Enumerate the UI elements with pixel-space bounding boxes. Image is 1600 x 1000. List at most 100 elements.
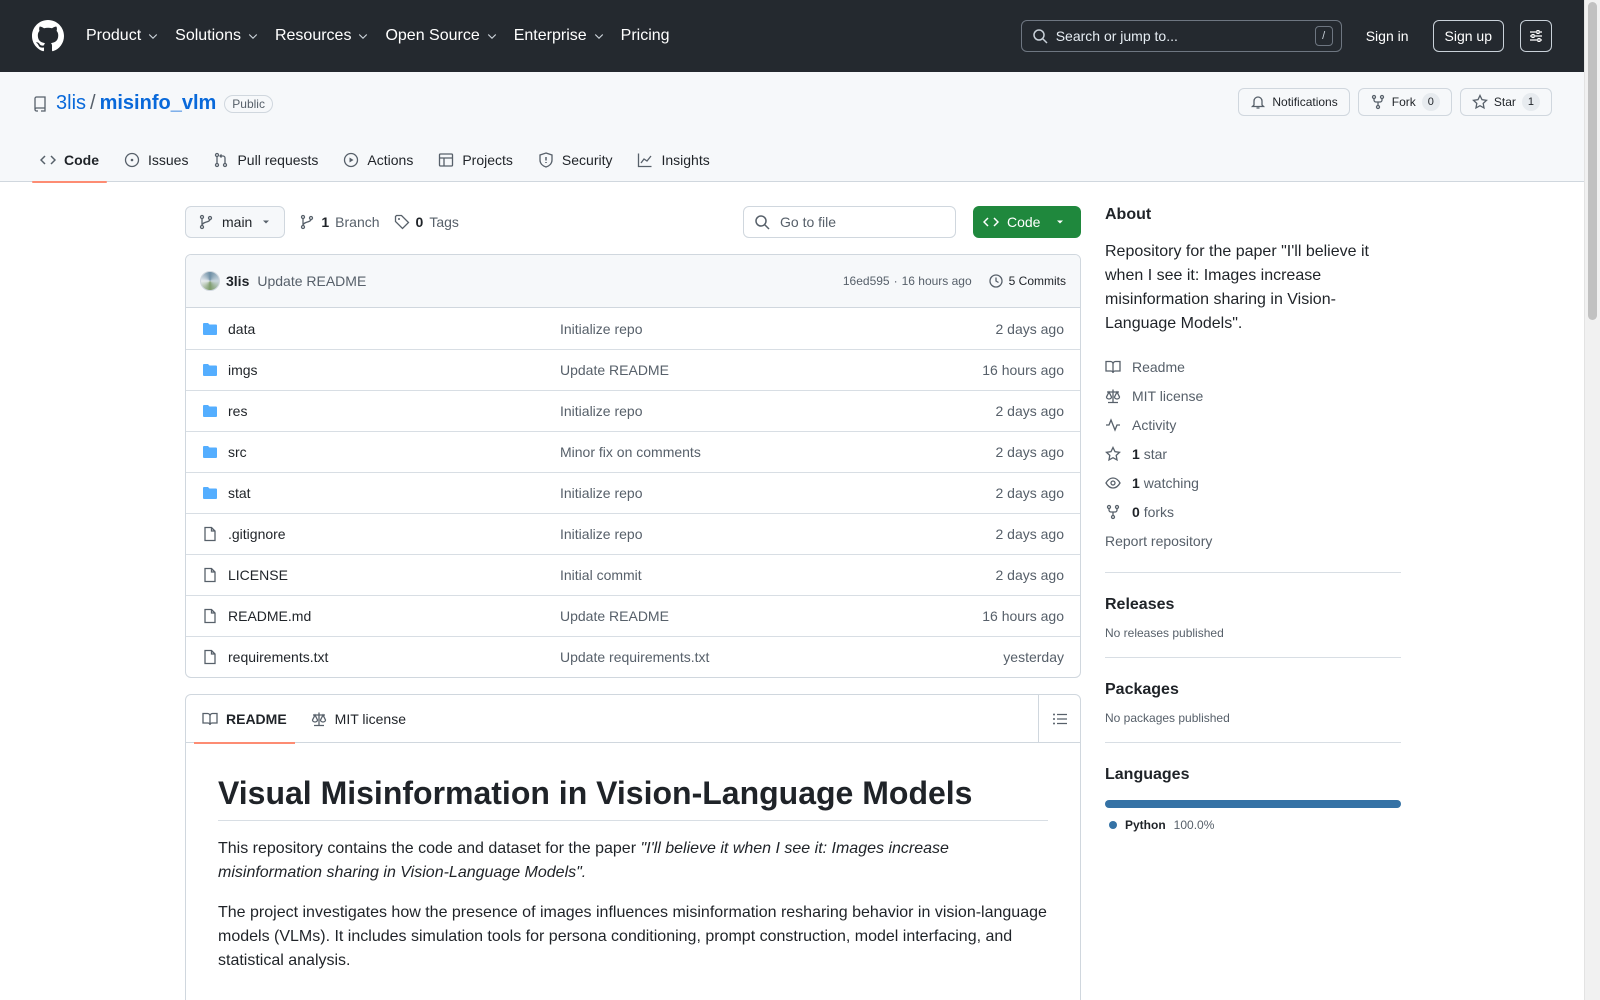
file-date: 2 days ago [995,444,1065,460]
file-name-link[interactable]: requirements.txt [228,649,560,665]
branch-select-button[interactable]: main [185,206,286,238]
report-repository-link[interactable]: Report repository [1105,526,1401,555]
file-name-link[interactable]: stat [228,485,560,501]
watching-label: watching [1143,474,1199,491]
outline-button[interactable] [1038,695,1080,743]
tab-label: Security [561,152,613,168]
stars-link[interactable]: 1 star [1105,439,1401,468]
activity-link[interactable]: Activity [1105,410,1401,439]
notifications-label: Notifications [1272,95,1338,109]
page-scrollbar[interactable] [1584,0,1600,1000]
file-row[interactable]: .gitignore Initialize repo 2 days ago [186,513,1080,554]
packages-heading[interactable]: Packages [1105,681,1401,699]
latest-commit-bar: 3lis Update README 16ed595 · 16 hours ag… [186,255,1080,308]
tab-pull-requests[interactable]: Pull requests [205,138,326,182]
file-table: 3lis Update README 16ed595 · 16 hours ag… [185,254,1081,678]
nav-product[interactable]: Product [86,27,159,45]
forks-link[interactable]: 0 forks [1105,497,1401,526]
file-name-link[interactable]: LICENSE [228,567,560,583]
watchers-link[interactable]: 1 watching [1105,468,1401,497]
readme-link[interactable]: Readme [1105,352,1401,381]
readme-paragraph-2: The project investigates how the presenc… [218,904,1047,969]
file-commit-link[interactable]: Update README [560,608,982,624]
tab-insights[interactable]: Insights [629,138,717,182]
file-row[interactable]: LICENSE Initial commit 2 days ago [186,554,1080,595]
file-row[interactable]: requirements.txt Update requirements.txt y… [186,636,1080,677]
file-commit-link[interactable]: Initial commit [560,567,996,583]
search-input[interactable]: Search or jump to... / [1020,20,1342,52]
file-row[interactable]: src Minor fix on comments 2 days ago [186,431,1080,472]
readme-panel: README MIT license Visual Misinformation… [185,694,1081,1000]
list-unordered-icon [1052,713,1067,725]
commit-time: 16 hours ago [901,274,972,288]
tab-code[interactable]: Code [32,138,107,183]
nav-open-source[interactable]: Open Source [385,27,497,45]
file-name-link[interactable]: imgs [228,362,560,378]
repo-separator: / [90,92,96,114]
license-link[interactable]: MIT license [1105,381,1401,410]
tab-actions[interactable]: Actions [335,138,421,182]
scrollbar-thumb[interactable] [1588,2,1597,320]
license-link-label: MIT license [1132,387,1204,404]
file-date: 2 days ago [995,403,1065,419]
repo-name-link[interactable]: misinfo_vlm [100,92,217,115]
nav-resources[interactable]: Resources [275,27,369,45]
readme-paragraph-1: This repository contains the code and da… [218,837,1048,885]
file-commit-link[interactable]: Initialize repo [560,526,996,542]
file-row[interactable]: res Initialize repo 2 days ago [186,390,1080,431]
file-commit-link[interactable]: Initialize repo [560,321,996,337]
graph-icon [638,153,652,168]
file-name-link[interactable]: src [228,444,560,460]
file-name-link[interactable]: data [228,321,560,337]
readme-title: Visual Misinformation in Vision-Language… [218,775,1048,821]
readme-p1-text: This repository contains the code and da… [218,840,641,857]
avatar[interactable] [200,271,220,291]
language-item-python[interactable]: Python 100.0% [1105,818,1401,832]
file-row[interactable]: imgs Update README 16 hours ago [186,349,1080,390]
file-row[interactable]: README.md Update README 16 hours ago [186,595,1080,636]
folder-icon [202,321,218,337]
tab-projects[interactable]: Projects [430,138,521,182]
file-name-link[interactable]: README.md [228,608,560,624]
sign-in-link[interactable]: Sign in [1358,22,1417,50]
tags-link[interactable]: 0 Tags [394,214,459,230]
file-commit-link[interactable]: Initialize repo [560,485,996,501]
commit-message-link[interactable]: Update README [257,273,366,289]
tag-label: Tags [429,214,459,230]
file-commit-link[interactable]: Initialize repo [560,403,996,419]
code-dropdown-button[interactable]: Code [973,206,1081,238]
file-icon [202,567,218,583]
eye-icon [1105,476,1121,489]
file-commit-link[interactable]: Update requirements.txt [560,649,1003,665]
file-name-link[interactable]: res [228,403,560,419]
fork-button[interactable]: Fork 0 [1357,88,1452,116]
file-row[interactable]: stat Initialize repo 2 days ago [186,472,1080,513]
file-name-link[interactable]: .gitignore [228,526,560,542]
file-row[interactable]: data Initialize repo 2 days ago [186,308,1080,349]
go-to-file-input[interactable]: Go to file [743,206,956,238]
releases-heading[interactable]: Releases [1105,596,1401,614]
settings-toggle-button[interactable] [1520,20,1552,52]
file-commit-link[interactable]: Minor fix on comments [560,444,996,460]
header-actions: Search or jump to... / Sign in Sign up [1020,20,1552,52]
star-button[interactable]: Star 1 [1459,88,1552,116]
file-commit-link[interactable]: Update README [560,362,982,378]
tab-security[interactable]: Security [530,138,621,182]
tab-issues[interactable]: Issues [116,138,196,182]
file-icon [202,608,218,624]
branches-link[interactable]: 1 Branch [299,214,380,230]
commit-sha-link[interactable]: 16ed595 [843,274,890,288]
commit-author-link[interactable]: 3lis [226,273,249,289]
tab-readme[interactable]: README [194,695,295,744]
sign-up-button[interactable]: Sign up [1432,20,1504,52]
tab-license[interactable]: MIT license [303,695,414,743]
notifications-button[interactable]: Notifications [1238,88,1350,116]
github-logo-icon[interactable] [32,20,64,52]
repo-owner-link[interactable]: 3lis [56,92,86,115]
nav-solutions[interactable]: Solutions [175,27,259,45]
pulse-icon [1106,417,1120,432]
nav-enterprise[interactable]: Enterprise [514,27,605,45]
sliders-icon [1530,30,1542,42]
commit-history-link[interactable]: 5 Commits [988,273,1066,289]
nav-pricing[interactable]: Pricing [621,27,670,45]
